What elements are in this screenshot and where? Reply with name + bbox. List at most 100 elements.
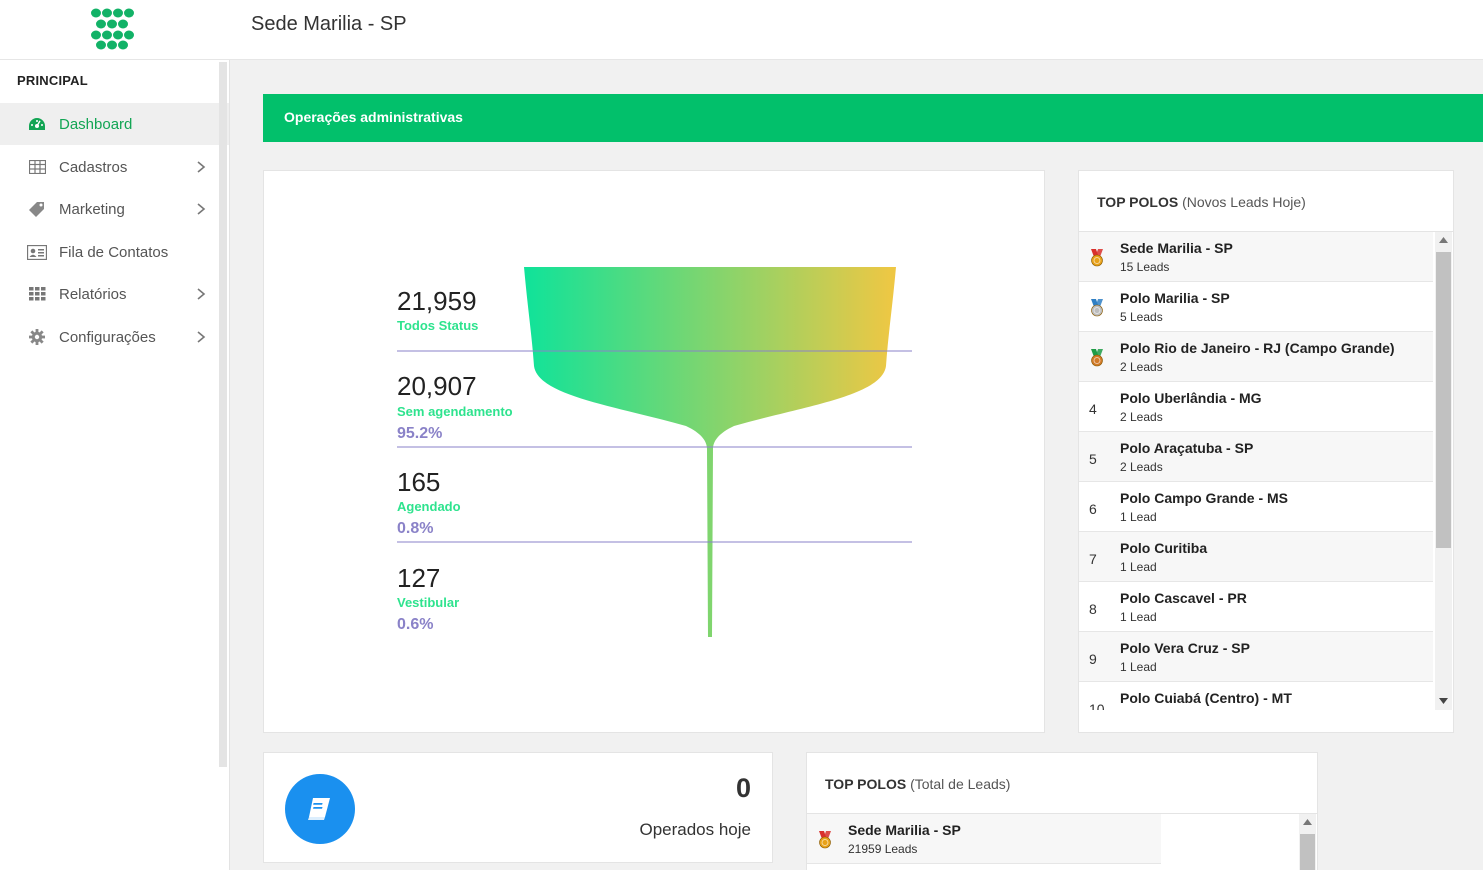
gold-medal-icon	[1089, 249, 1105, 272]
table-icon	[27, 159, 47, 175]
operated-today-card: 0 Operados hoje	[263, 752, 773, 863]
stat-label: Operados hoje	[639, 820, 751, 839]
scrollbar-thumb[interactable]	[1436, 252, 1451, 548]
operations-banner: Operações administrativas	[263, 94, 1483, 142]
sidebar-scrollbar[interactable]	[219, 62, 227, 767]
polo-leads-count: 1 Lead	[1120, 610, 1157, 624]
polo-name: Polo Uberlândia - MG	[1120, 390, 1262, 406]
grid-icon	[27, 286, 47, 302]
card-subtitle: (Total de Leads)	[910, 776, 1011, 792]
funnel-stage-label: Todos Status	[397, 318, 479, 333]
rank-number: 8	[1089, 601, 1097, 617]
list-item[interactable]: Sede Marilia - SP 15 Leads	[1079, 232, 1433, 282]
sidebar-item-label: Marketing	[59, 200, 125, 218]
funnel-shape	[524, 267, 896, 637]
list-scrollbar[interactable]	[1435, 232, 1452, 710]
funnel-stage-value: 21,959	[397, 286, 477, 316]
contact-card-icon	[27, 244, 47, 260]
list-item[interactable]: 8 Polo Cascavel - PR 1 Lead	[1079, 582, 1433, 632]
sidebar-item-label: Configurações	[59, 328, 156, 346]
card-title: TOP POLOS	[825, 776, 907, 792]
gold-medal-icon	[817, 831, 833, 854]
polo-leads-count: 2 Leads	[1120, 360, 1163, 374]
scroll-up-icon[interactable]	[1303, 819, 1312, 825]
list-item[interactable]: 10Polo Cuiabá (Centro) - MT1 Lead	[1079, 682, 1433, 710]
funnel-stage-value: 165	[397, 467, 441, 497]
top-polos-list[interactable]: Sede Marilia - SP 15 Leads Polo Marilia - …	[1079, 232, 1433, 710]
sidebar-item-cadastros[interactable]: Cadastros	[0, 146, 229, 188]
polo-name: Polo Marilia - SP	[1120, 290, 1230, 306]
funnel-stage-value: 127	[397, 563, 441, 593]
funnel-stage-label: Agendado	[397, 499, 461, 514]
polo-leads-count: 5 Leads	[1120, 310, 1163, 324]
scroll-down-icon[interactable]	[1439, 698, 1448, 704]
polo-name: Sede Marilia - SP	[848, 822, 961, 838]
chevron-right-icon	[197, 331, 206, 343]
banner-title: Operações administrativas	[284, 109, 463, 125]
funnel-chart	[397, 267, 912, 637]
sidebar-item-dashboard[interactable]: Dashboard	[0, 103, 229, 145]
card-header: TOP POLOS (Novos Leads Hoje)	[1079, 171, 1453, 232]
sidebar-item-relatorios[interactable]: Relatórios	[0, 273, 229, 315]
list-item[interactable]: 9 Polo Vera Cruz - SP 1 Lead	[1079, 632, 1433, 682]
chevron-right-icon	[197, 161, 206, 173]
polo-name: Polo Campo Grande - MS	[1120, 490, 1289, 506]
card-title: TOP POLOS	[1097, 194, 1179, 210]
funnel-stage-percent: 0.6%	[397, 616, 434, 633]
chevron-right-icon	[197, 203, 206, 215]
polo-leads-count: 2 Leads	[1120, 410, 1163, 424]
scroll-up-icon[interactable]	[1439, 237, 1448, 243]
list-item[interactable]: 4 Polo Uberlândia - MG 2 Leads	[1079, 382, 1433, 432]
tag-icon	[27, 201, 47, 217]
funnel-stage-label: Sem agendamento	[397, 404, 513, 419]
rank-number: 5	[1089, 451, 1097, 467]
polo-name: Sede Marilia - SP	[1120, 240, 1233, 256]
list-item[interactable]: Polo Rio de Janeiro - RJ (Campo Grande) 2…	[1079, 332, 1433, 382]
polo-name: Polo Rio de Janeiro - RJ (Campo Grande)	[1120, 340, 1395, 356]
list-item[interactable]: 6 Polo Campo Grande - MS 1 Lead	[1079, 482, 1433, 532]
sidebar-item-marketing[interactable]: Marketing	[0, 188, 229, 230]
rank-number: 9	[1089, 651, 1097, 667]
polo-leads-count: 15 Leads	[1120, 260, 1170, 274]
list-item[interactable]: 5 Polo Araçatuba - SP 2 Leads	[1079, 432, 1433, 482]
list-scrollbar[interactable]	[1299, 814, 1316, 870]
top-polos-today-card: TOP POLOS (Novos Leads Hoje) Sede Marili…	[1078, 170, 1454, 733]
page-title: Sede Marilia - SP	[251, 13, 407, 35]
rank-number: 4	[1089, 401, 1097, 417]
chevron-right-icon	[197, 288, 206, 300]
card-subtitle: (Novos Leads Hoje)	[1182, 194, 1306, 210]
polo-leads-count: 21959 Leads	[848, 842, 918, 856]
sidebar-item-label: Dashboard	[59, 115, 133, 133]
top-bar: Sede Marilia - SP	[0, 0, 1483, 60]
polo-leads-count: 2 Leads	[1120, 460, 1163, 474]
book-icon	[308, 798, 330, 820]
funnel-stage-label: Vestibular	[397, 595, 460, 610]
top-polos-total-card: TOP POLOS (Total de Leads) Sede Marilia …	[806, 752, 1318, 870]
list-item[interactable]: 7 Polo Curitiba 1 Lead	[1079, 532, 1433, 582]
polo-name: Polo Cascavel - PR	[1120, 590, 1247, 606]
funnel-card: 21,959 Todos Status 20,907 Sem agendamen…	[263, 170, 1045, 733]
polo-name: Polo Vera Cruz - SP	[1120, 640, 1250, 656]
logo-icon[interactable]	[90, 7, 136, 51]
rank-number: 6	[1089, 501, 1097, 517]
stat-value: 0	[735, 773, 751, 803]
sidebar-section-label: PRINCIPAL	[17, 73, 88, 88]
bronze-medal-icon	[1089, 349, 1105, 372]
silver-medal-icon	[1089, 299, 1105, 322]
dashboard-icon	[27, 116, 47, 132]
polo-name: Polo Araçatuba - SP	[1120, 440, 1254, 456]
sidebar: PRINCIPAL Dashboard Cadastros Marketing …	[0, 60, 230, 870]
stat-icon-circle	[285, 774, 355, 844]
polo-leads-count: 1 Lead	[1120, 560, 1157, 574]
sidebar-item-configuracoes[interactable]: Configurações	[0, 316, 229, 358]
list-item[interactable]: Sede Marilia - SP 21959 Leads	[807, 814, 1161, 864]
rank-number: 10	[1089, 701, 1105, 710]
funnel-stage-percent: 95.2%	[397, 425, 443, 442]
top-polos-total-list[interactable]: Sede Marilia - SP 21959 Leads	[807, 814, 1297, 870]
scrollbar-thumb[interactable]	[1300, 834, 1315, 870]
sidebar-item-fila-de-contatos[interactable]: Fila de Contatos	[0, 231, 229, 273]
funnel-stage-percent: 0.8%	[397, 520, 434, 537]
list-item[interactable]: Polo Marilia - SP 5 Leads	[1079, 282, 1433, 332]
sidebar-item-label: Relatórios	[59, 285, 127, 303]
funnel-stage-value: 20,907	[397, 371, 477, 401]
